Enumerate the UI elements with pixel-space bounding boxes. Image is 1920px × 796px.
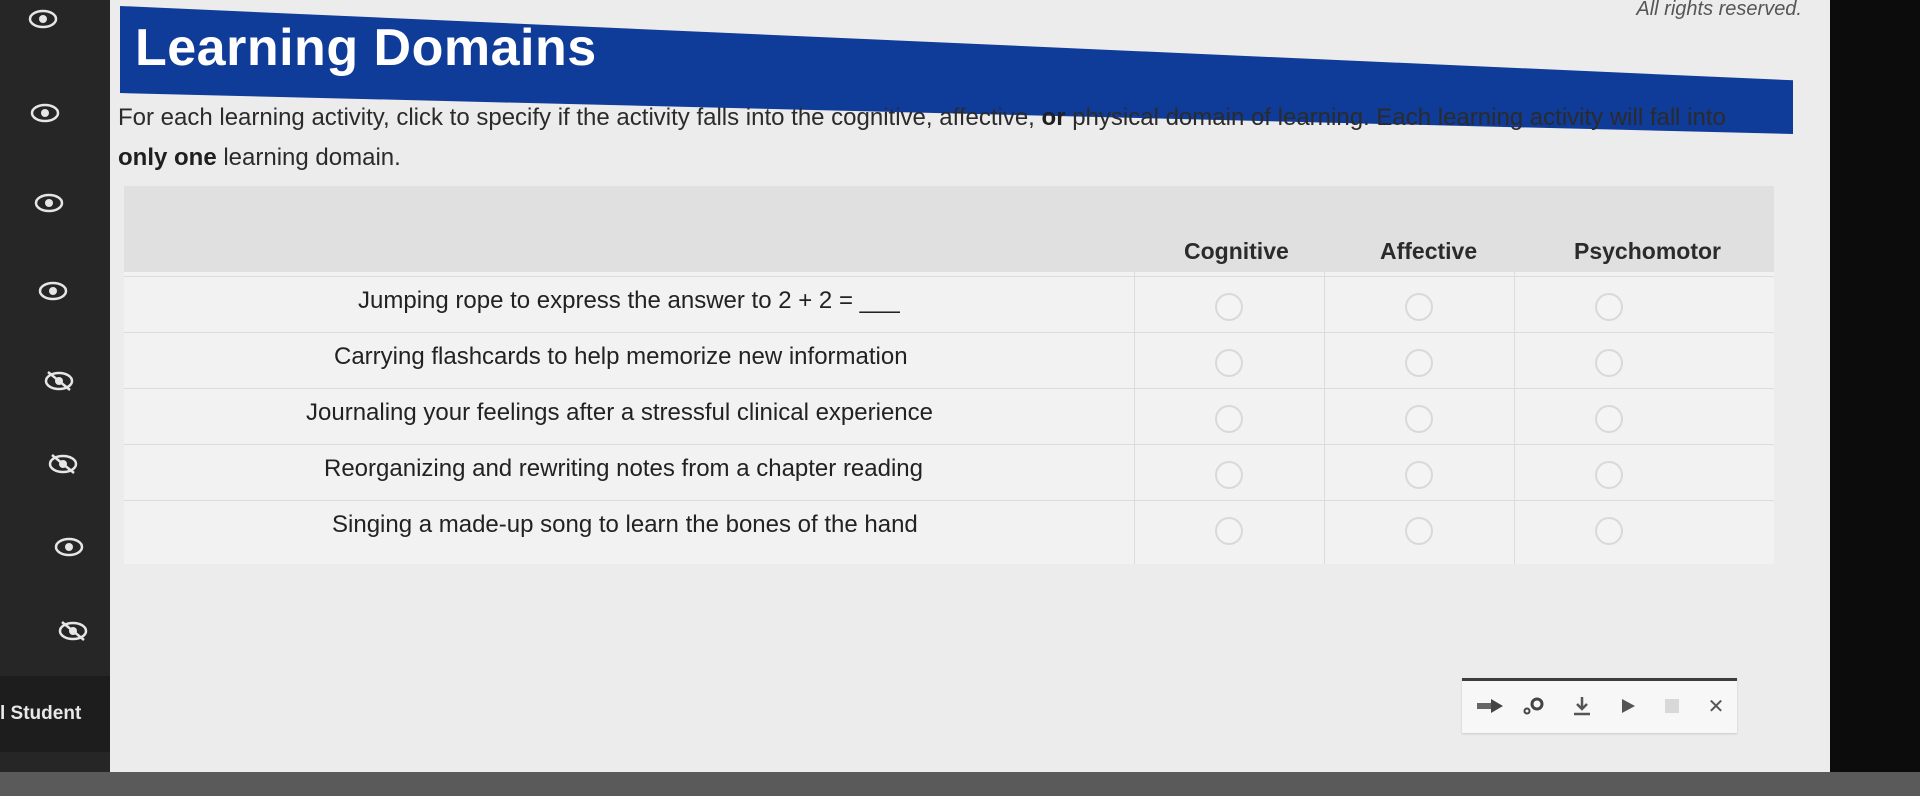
- radio-psychomotor[interactable]: [1595, 405, 1623, 433]
- radio-affective[interactable]: [1405, 405, 1433, 433]
- column-header-psychomotor: Psychomotor: [1574, 238, 1721, 264]
- close-icon[interactable]: ✕: [1700, 691, 1732, 721]
- eye-icon[interactable]: [30, 102, 60, 124]
- radio-psychomotor[interactable]: [1595, 349, 1623, 377]
- radio-cognitive[interactable]: [1215, 461, 1243, 489]
- column-header-cognitive: Cognitive: [1184, 238, 1289, 264]
- radio-cognitive[interactable]: [1215, 405, 1243, 433]
- stop-icon[interactable]: [1656, 691, 1688, 721]
- row-label: Jumping rope to express the answer to 2 …: [358, 287, 900, 314]
- column-header-affective: Affective: [1380, 238, 1478, 264]
- radio-affective[interactable]: [1405, 293, 1433, 321]
- radio-psychomotor[interactable]: [1595, 461, 1623, 489]
- screen-bottom-edge: [0, 772, 1920, 796]
- table-row: Journaling your feelings after a stressf…: [124, 388, 1774, 445]
- eye-icon[interactable]: [54, 536, 84, 558]
- download-icon[interactable]: [1566, 691, 1598, 721]
- eye-slash-icon[interactable]: [48, 453, 78, 475]
- radio-affective[interactable]: [1405, 349, 1433, 377]
- instructions-or: or: [1041, 104, 1066, 131]
- instructions-part1: For each learning activity, click to spe…: [118, 104, 1042, 131]
- radio-affective[interactable]: [1405, 517, 1433, 545]
- radio-affective[interactable]: [1405, 461, 1433, 489]
- instructions-only-one: only one: [118, 144, 217, 171]
- eye-icon[interactable]: [34, 192, 64, 214]
- table-row: Reorganizing and rewriting notes from a …: [124, 444, 1774, 501]
- instructions-text: For each learning activity, click to spe…: [118, 98, 1778, 178]
- table-header: Cognitive Affective Psychomotor: [124, 186, 1774, 272]
- radio-cognitive[interactable]: [1215, 293, 1243, 321]
- row-label: Singing a made-up song to learn the bone…: [332, 511, 918, 538]
- arrow-right-icon[interactable]: [1474, 691, 1506, 721]
- row-label: Journaling your feelings after a stressf…: [306, 399, 933, 426]
- play-icon[interactable]: [1612, 691, 1644, 721]
- eye-icon[interactable]: [38, 280, 68, 302]
- radio-psychomotor[interactable]: [1595, 293, 1623, 321]
- table-row: Singing a made-up song to learn the bone…: [124, 500, 1774, 557]
- settings-icon[interactable]: [1518, 691, 1550, 721]
- eye-icon[interactable]: [28, 8, 58, 30]
- copyright-text: All rights reserved.: [1636, 0, 1802, 20]
- radio-psychomotor[interactable]: [1595, 517, 1623, 545]
- row-label: Reorganizing and rewriting notes from a …: [324, 455, 924, 482]
- table-row: Jumping rope to express the answer to 2 …: [124, 276, 1774, 333]
- instructions-part3: learning domain.: [216, 144, 401, 171]
- radio-cognitive[interactable]: [1215, 517, 1243, 545]
- row-label: Carrying flashcards to help memorize new…: [334, 343, 908, 370]
- eye-slash-icon[interactable]: [58, 620, 88, 642]
- instructions-part2: physical domain of learning. Each learni…: [1065, 104, 1726, 131]
- page-title: Learning Domains: [135, 19, 597, 77]
- learning-domains-table: Cognitive Affective Psychomotor Jumping …: [124, 186, 1774, 564]
- media-toolbar: ✕: [1462, 678, 1737, 733]
- table-row: Carrying flashcards to help memorize new…: [124, 332, 1774, 389]
- eye-slash-icon[interactable]: [44, 370, 74, 392]
- left-sidebar: l Student: [0, 0, 118, 796]
- student-label: l Student: [0, 676, 118, 752]
- radio-cognitive[interactable]: [1215, 349, 1243, 377]
- screen-bezel: [1830, 0, 1920, 796]
